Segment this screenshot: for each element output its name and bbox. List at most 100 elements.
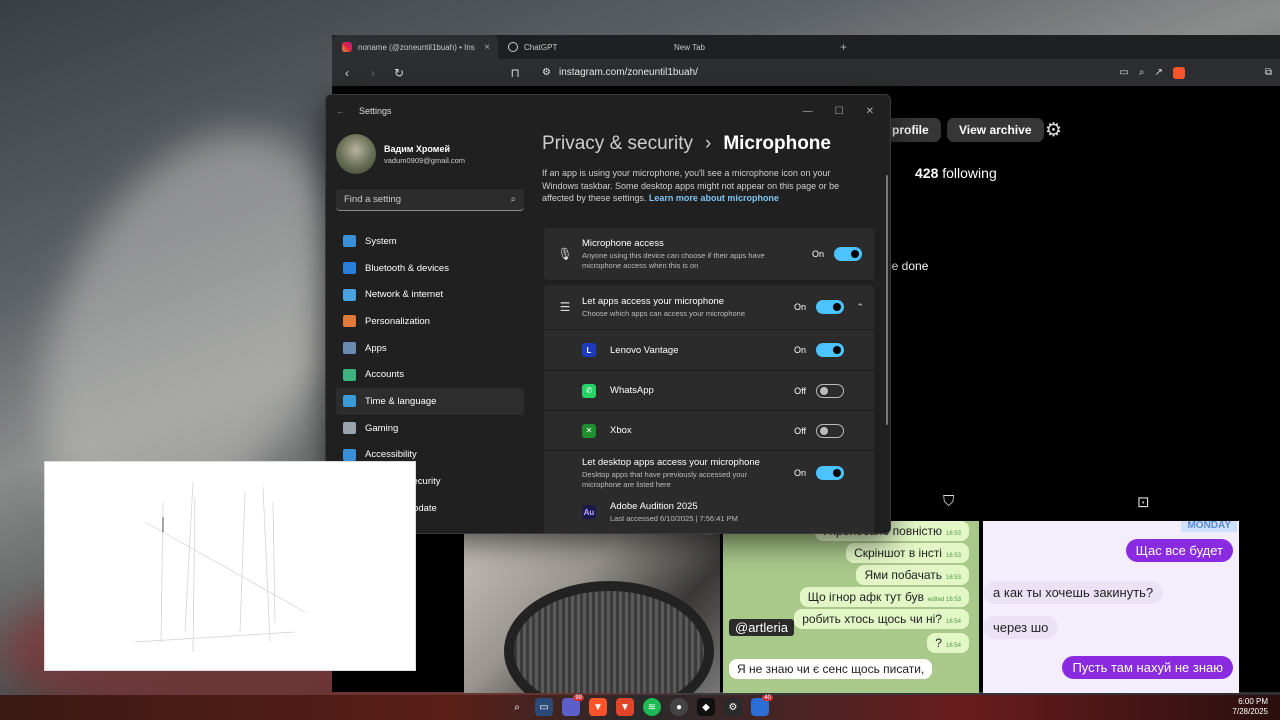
nav-icon xyxy=(343,288,356,301)
settings-main: Privacy & security › Microphone If an ap… xyxy=(542,133,890,533)
let-apps-row[interactable]: ☰ Let apps access your microphone Choose… xyxy=(544,285,874,329)
sidebar-item-apps[interactable]: Apps xyxy=(336,335,524,362)
cast-icon[interactable]: ▭ xyxy=(1119,67,1128,78)
brave-nightly-icon[interactable]: ▼ xyxy=(616,698,634,716)
avatar xyxy=(336,134,376,174)
post-thumbnail[interactable]: ▣ xyxy=(464,521,720,693)
system-clock[interactable]: 6:00 PM 7/28/2025 xyxy=(1232,697,1268,717)
address-bar[interactable]: ⚙ instagram.com/zoneuntil1buah/ xyxy=(542,67,698,78)
nav-icon xyxy=(343,342,356,355)
tab-instagram[interactable]: noname (@zoneuntil1buah) • Ins × xyxy=(332,35,498,59)
back-arrow-icon[interactable]: ← xyxy=(336,106,345,116)
bookmark-icon[interactable]: ⊓ xyxy=(508,66,522,80)
let-apps-toggle[interactable] xyxy=(816,300,844,314)
sidebar-item-accounts[interactable]: Accounts xyxy=(336,361,524,388)
chat-bubble: робить хтось щось чи ні? 16:54 xyxy=(794,609,969,629)
site-settings-icon[interactable]: ⚙ xyxy=(542,67,551,78)
user-email: vadum0909@gmail.com xyxy=(384,155,465,165)
toggle-state: Off xyxy=(794,425,806,436)
new-tab-button[interactable]: + xyxy=(830,40,857,54)
whatsapp-icon: ✆ xyxy=(582,383,596,398)
tab-bar: noname (@zoneuntil1buah) • Ins × ChatGPT… xyxy=(332,35,1280,59)
instagram-icon xyxy=(342,42,352,52)
toggle-state: On xyxy=(793,302,806,312)
sketch-lines xyxy=(134,481,306,653)
desktop-app-row-adobe: Au Adobe Audition 2025 Last accessed 6/1… xyxy=(544,495,874,529)
app-name: Adobe Audition 2025 xyxy=(610,500,698,512)
toggle-group: Off xyxy=(794,383,844,398)
search-input[interactable]: Find a setting ⌕ xyxy=(336,189,524,211)
sidebar-item-system[interactable]: System xyxy=(336,228,524,255)
extensions-icon[interactable]: ⧉ xyxy=(1265,67,1272,78)
gear-icon[interactable]: ⚙ xyxy=(1045,119,1062,142)
user-profile[interactable]: Вадим Хромей vadum0909@gmail.com xyxy=(336,131,524,177)
following-count: 428 xyxy=(915,165,939,181)
steam-icon[interactable]: ● xyxy=(670,698,688,716)
app-row-xbox: ✕ Xbox Off xyxy=(544,411,874,450)
brave-icon[interactable]: ▼ xyxy=(589,698,607,716)
sidebar-item-network-internet[interactable]: Network & internet xyxy=(336,281,524,308)
tab-new-tab[interactable]: New Tab xyxy=(664,35,830,59)
saved-tab-icon[interactable]: ⛉ xyxy=(943,493,954,510)
post-thumbnail[interactable]: MONDAY Щас все будет а как ты хочешь зак… xyxy=(983,521,1239,693)
whatsapp-toggle[interactable] xyxy=(816,383,844,398)
minimize-icon[interactable]: — xyxy=(803,106,813,117)
taskbar: ⌕ ▭ 99 ▼ ▼ ≋ ● ◆ ⚙ 40 6:00 PM 7/28/2025 xyxy=(0,695,1280,720)
task-view-icon[interactable]: ▭ xyxy=(535,698,553,716)
sidebar-item-label: Bluetooth & devices xyxy=(365,262,449,274)
nav-icon xyxy=(343,368,356,381)
nav-bar: ‹ › ↻ ⊓ ⚙ instagram.com/zoneuntil1buah/ … xyxy=(332,59,1280,86)
toggle-state: On xyxy=(793,345,806,355)
post-thumbnail[interactable]: І пройобано повністю16:53 Скріншот в інс… xyxy=(723,521,979,693)
messenger-icon[interactable]: 40 xyxy=(751,695,773,716)
learn-more-link[interactable]: Learn more about microphone xyxy=(649,193,779,203)
nav-actions: ▭ ⌕ ↗ ⧉ xyxy=(1119,66,1272,79)
chat-bubble: Ями побачать 16:53 xyxy=(856,565,969,585)
watermark-handle: @artleria xyxy=(729,619,794,636)
microphone-icon: 🎙 xyxy=(557,247,573,261)
search-placeholder: Find a setting xyxy=(344,194,402,205)
sidebar-item-label: Apps xyxy=(365,342,387,354)
tab-chatgpt[interactable]: ChatGPT xyxy=(498,35,664,59)
search-icon[interactable]: ⌕ xyxy=(508,698,526,716)
close-icon[interactable]: × xyxy=(484,42,490,53)
view-archive-button[interactable]: View archive xyxy=(947,118,1044,142)
sticker-tag: MONDAY xyxy=(1181,521,1237,532)
close-icon[interactable]: ✕ xyxy=(866,106,874,117)
breadcrumb-parent[interactable]: Privacy & security xyxy=(542,133,693,155)
lenovo-toggle[interactable] xyxy=(816,343,844,357)
tagged-tab-icon[interactable]: ⊡ xyxy=(1137,493,1150,511)
share-icon[interactable]: ↗ xyxy=(1154,67,1162,78)
figma-icon[interactable]: ◆ xyxy=(697,698,715,716)
following-stat[interactable]: 428 following xyxy=(915,165,997,181)
last-accessed: Last accessed 6/10/2025 | 7:56:41 PM xyxy=(610,513,738,523)
xbox-toggle[interactable] xyxy=(816,423,844,438)
reload-icon[interactable]: ↻ xyxy=(392,66,406,80)
spotify-icon[interactable]: ≋ xyxy=(643,698,661,716)
lenovo-icon: L xyxy=(582,343,596,357)
back-icon[interactable]: ‹ xyxy=(340,66,354,80)
scrollbar[interactable] xyxy=(886,175,888,425)
sidebar-item-personalization[interactable]: Personalization xyxy=(336,308,524,335)
desktop-apps-toggle[interactable] xyxy=(816,466,844,480)
teams-icon[interactable]: 99 xyxy=(562,695,584,716)
chat-bubble: через шо xyxy=(983,616,1059,639)
nav-icon xyxy=(343,422,356,435)
sidebar-item-gaming[interactable]: Gaming xyxy=(336,415,524,442)
sidebar-item-bluetooth-devices[interactable]: Bluetooth & devices xyxy=(336,255,524,282)
microphone-access-card: 🎙 Microphone access Anyone using this de… xyxy=(544,228,874,280)
settings-icon[interactable]: ⚙ xyxy=(724,698,742,716)
nav-icon xyxy=(343,235,356,248)
window-controls: — ☐ ✕ xyxy=(803,106,874,117)
brave-shields-icon[interactable] xyxy=(1172,66,1185,79)
maximize-icon[interactable]: ☐ xyxy=(835,106,844,117)
nav-icon xyxy=(343,395,356,408)
chevron-up-icon[interactable]: ⌃ xyxy=(856,302,864,313)
microphone-access-toggle[interactable] xyxy=(834,247,862,261)
sidebar-item-time-language[interactable]: Time & language xyxy=(336,388,524,415)
zoom-icon[interactable]: ⌕ xyxy=(1139,67,1145,78)
drawing-canvas[interactable] xyxy=(44,461,416,671)
tab-label: ChatGPT xyxy=(524,42,558,52)
chat-bubble: Пусть там нахуй не знаю xyxy=(1062,656,1233,679)
forward-icon[interactable]: › xyxy=(366,66,380,80)
